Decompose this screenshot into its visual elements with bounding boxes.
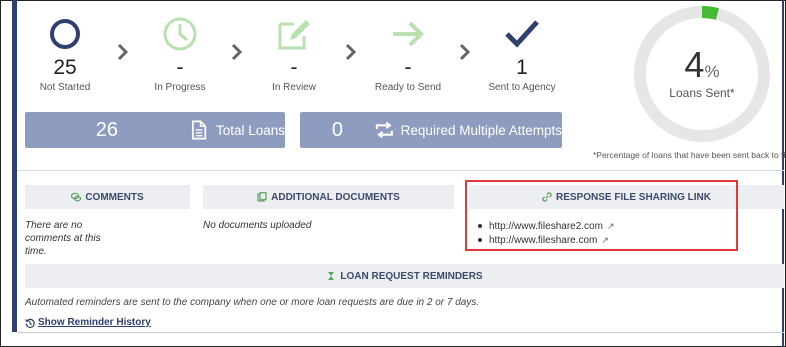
reminders-title: LOAN REQUEST REMINDERS xyxy=(340,270,483,282)
chevron-right-icon xyxy=(345,43,357,61)
status-count: 1 xyxy=(516,56,528,79)
chevron-right-icon xyxy=(459,43,471,61)
status-count: - xyxy=(290,56,298,79)
status-in-review: - In Review xyxy=(244,14,344,93)
section-divider xyxy=(17,170,784,171)
donut-label: Loans Sent* xyxy=(669,86,735,100)
status-count: - xyxy=(176,56,184,79)
comments-body: There are no comments at this time. xyxy=(25,220,101,257)
status-label: In Review xyxy=(272,82,316,93)
status-sent-to-agency: 1 Sent to Agency xyxy=(472,14,572,93)
chevron-right-icon xyxy=(231,43,243,61)
checkmark-icon xyxy=(505,20,539,48)
multiple-attempts-box[interactable]: 0 Required Multiple Attempts xyxy=(300,112,562,148)
status-count: 25 xyxy=(53,56,77,79)
edit-icon xyxy=(278,20,310,50)
total-loans-count: 26 xyxy=(95,118,118,141)
comments-icon xyxy=(71,192,82,202)
documents-header: ADDITIONAL DOCUMENTS xyxy=(203,185,454,209)
total-loans-box[interactable]: 26 Total Loans xyxy=(25,112,285,148)
documents-title: ADDITIONAL DOCUMENTS xyxy=(271,191,400,203)
documents-body: No documents uploaded xyxy=(203,220,312,231)
comments-header: COMMENTS xyxy=(25,185,190,209)
status-label: Not Started xyxy=(39,82,91,93)
donut-percent-value: 4 xyxy=(684,44,705,85)
comments-title: COMMENTS xyxy=(85,191,144,203)
highlight-box xyxy=(465,180,738,251)
reminders-header: LOAN REQUEST REMINDERS xyxy=(25,264,784,288)
history-icon xyxy=(25,318,35,328)
circle-icon xyxy=(50,19,80,49)
status-ready-to-send: - Ready to Send xyxy=(358,14,458,93)
hourglass-icon xyxy=(328,272,335,280)
status-label: In Progress xyxy=(154,82,206,93)
attempts-label: Required Multiple Attempts xyxy=(400,122,562,138)
status-label: Sent to Agency xyxy=(488,82,556,93)
documents-icon xyxy=(257,192,267,202)
document-icon xyxy=(191,120,206,140)
chevron-right-icon xyxy=(117,43,129,61)
retweet-icon xyxy=(375,121,393,139)
status-not-started: 25 Not Started xyxy=(15,14,115,93)
right-accent-bar xyxy=(782,0,784,347)
status-count: - xyxy=(404,56,412,79)
total-loans-label: Total Loans xyxy=(215,122,285,138)
history-label[interactable]: Show Reminder History xyxy=(38,317,151,328)
show-reminder-history-link[interactable]: Show Reminder History xyxy=(25,317,151,328)
footnote: *Percentage of loans that have been sent… xyxy=(593,150,786,160)
arrow-right-icon xyxy=(393,21,424,47)
donut-percent-symbol: % xyxy=(704,62,720,81)
donut-fill xyxy=(701,6,719,20)
bottom-divider xyxy=(17,332,784,333)
attempts-count: 0 xyxy=(331,118,344,141)
clock-icon xyxy=(163,17,197,51)
status-in-progress: - In Progress xyxy=(130,14,230,93)
donut-percent: 4% xyxy=(632,44,772,86)
status-label: Ready to Send xyxy=(374,82,442,93)
reminders-text: Automated reminders are sent to the comp… xyxy=(25,297,480,308)
